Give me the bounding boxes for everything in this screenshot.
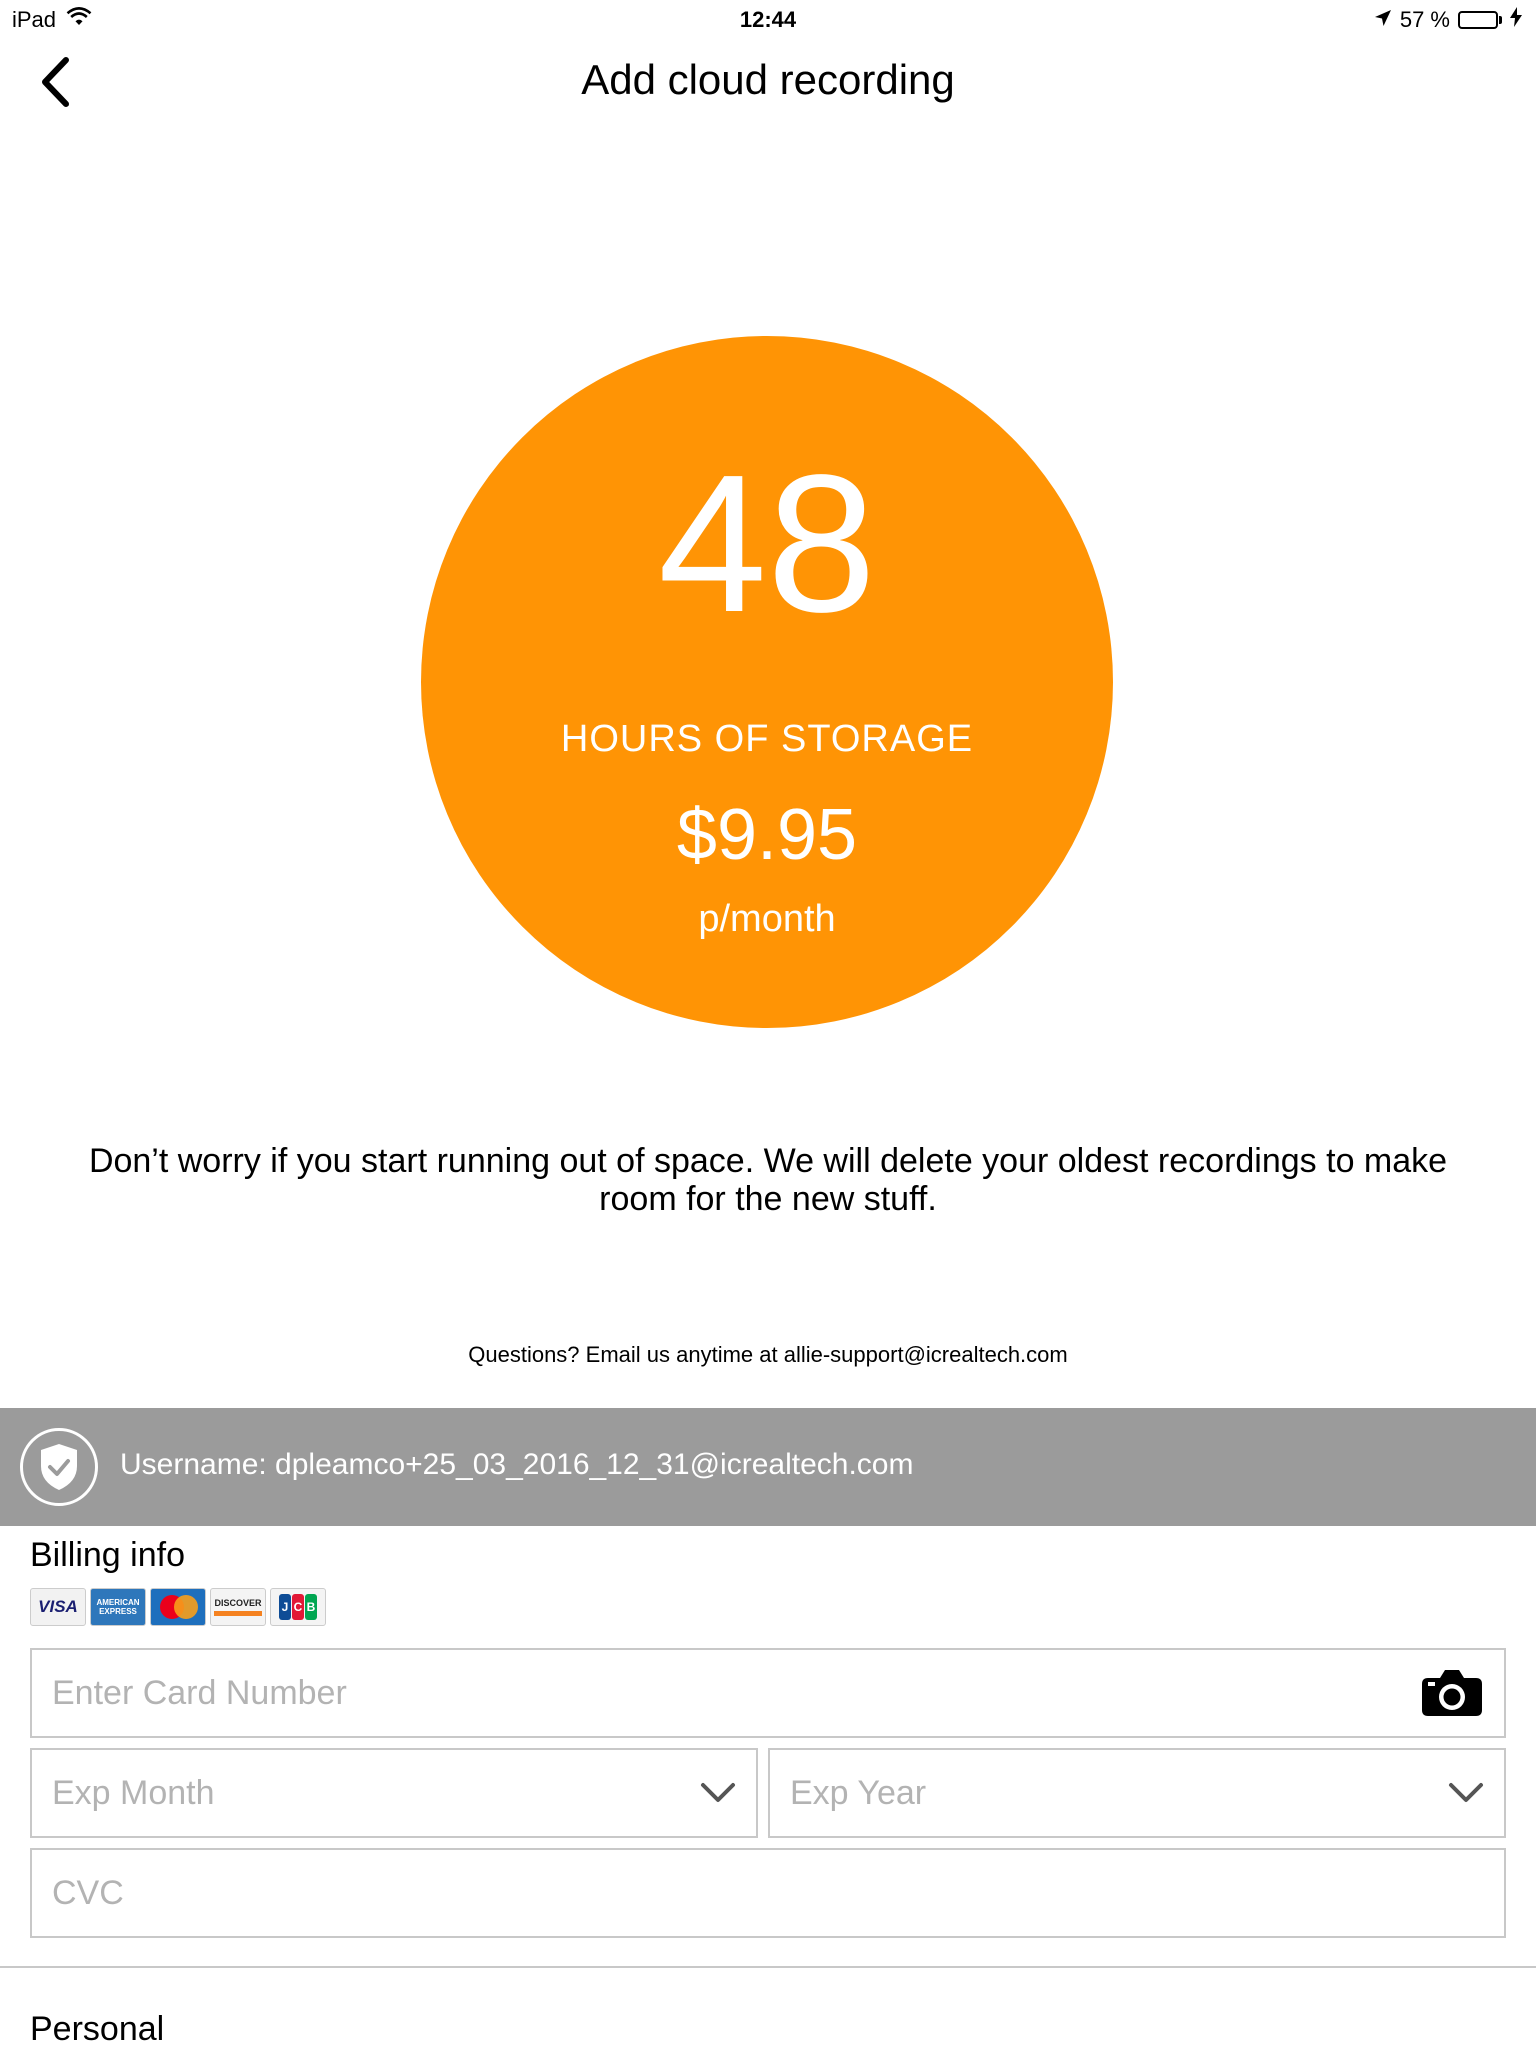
plan-period: p/month bbox=[698, 898, 836, 940]
visa-logo: VISA bbox=[30, 1588, 86, 1626]
mastercard-logo bbox=[150, 1588, 206, 1626]
discover-logo: DISCOVER bbox=[210, 1588, 266, 1626]
discover-text: DISCOVER bbox=[214, 1598, 262, 1608]
status-right: 57 % bbox=[1374, 7, 1522, 33]
account-banner: Username: dpleamco+25_03_2016_12_31@icre… bbox=[0, 1408, 1536, 1526]
amex-line1: AMERICAN bbox=[96, 1598, 140, 1607]
status-bar: iPad 12:44 57 % bbox=[0, 0, 1536, 40]
jcb-letter-c: C bbox=[292, 1594, 304, 1620]
jcb-letter-b: B bbox=[305, 1594, 317, 1620]
amex-line2: EXPRESS bbox=[99, 1607, 137, 1616]
plan-circle: 48 HOURS OF STORAGE $9.95 p/month bbox=[421, 336, 1113, 1028]
jcb-logo: J C B bbox=[270, 1588, 326, 1626]
billing-heading: Billing info bbox=[30, 1536, 185, 1574]
jcb-letter-j: J bbox=[279, 1594, 291, 1620]
plan-price: $9.95 bbox=[676, 795, 858, 875]
shield-check-icon bbox=[20, 1428, 98, 1506]
storage-info-text: Don’t worry if you start running out of … bbox=[88, 1142, 1448, 1218]
storage-unit-label: HOURS OF STORAGE bbox=[560, 718, 974, 760]
status-time: 12:44 bbox=[739, 7, 797, 32]
chevron-down-icon bbox=[1448, 1782, 1484, 1804]
chevron-down-icon bbox=[700, 1782, 736, 1804]
exp-month-select[interactable]: Exp Month bbox=[30, 1748, 758, 1838]
section-divider bbox=[0, 1966, 1536, 1968]
exp-year-placeholder: Exp Year bbox=[790, 1773, 927, 1812]
exp-month-placeholder: Exp Month bbox=[52, 1773, 215, 1812]
support-contact-text: Questions? Email us anytime at allie-sup… bbox=[468, 1342, 1068, 1367]
battery-percent: 57 % bbox=[1399, 7, 1450, 32]
card-number-field[interactable]: Enter Card Number bbox=[30, 1648, 1506, 1738]
cvc-placeholder: CVC bbox=[52, 1873, 124, 1912]
card-number-placeholder: Enter Card Number bbox=[52, 1673, 347, 1712]
personal-heading: Personal bbox=[30, 2010, 165, 2048]
nav-bar: Add cloud recording bbox=[0, 40, 1536, 128]
card-logos: VISA AMERICAN EXPRESS DISCOVER J C B bbox=[30, 1588, 326, 1626]
username-label: Username: dpleamco+25_03_2016_12_31@icre… bbox=[120, 1448, 914, 1481]
location-arrow-icon bbox=[1374, 7, 1392, 33]
charging-bolt-icon bbox=[1510, 7, 1522, 33]
page-title: Add cloud recording bbox=[581, 56, 955, 103]
cvc-field[interactable]: CVC bbox=[30, 1848, 1506, 1938]
camera-icon[interactable] bbox=[1420, 1668, 1484, 1718]
exp-year-select[interactable]: Exp Year bbox=[768, 1748, 1506, 1838]
battery-icon bbox=[1458, 11, 1502, 29]
storage-hours: 48 bbox=[657, 434, 876, 653]
amex-logo: AMERICAN EXPRESS bbox=[90, 1588, 146, 1626]
